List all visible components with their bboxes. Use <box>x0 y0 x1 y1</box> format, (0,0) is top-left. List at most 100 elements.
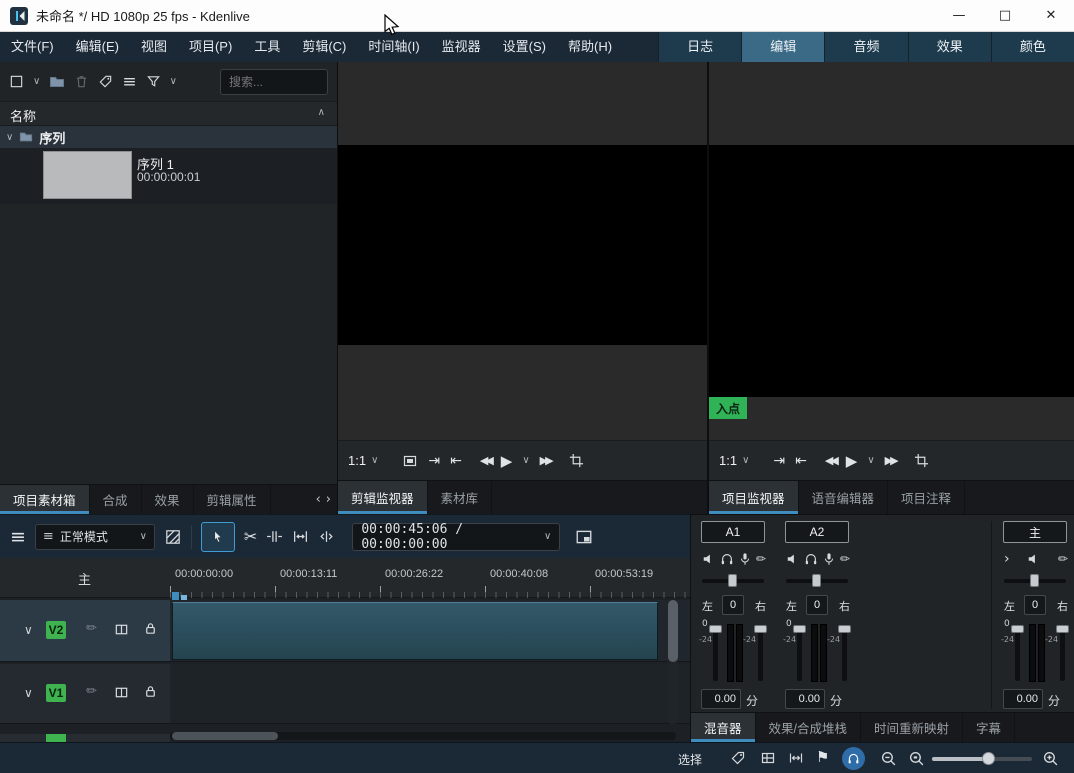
track-body-v1[interactable] <box>170 664 690 724</box>
monitor-headphone-icon[interactable] <box>804 552 818 566</box>
effects-pencil-icon[interactable]: ✏ <box>756 552 766 566</box>
volume-slider-handle[interactable] <box>1011 625 1024 633</box>
db-value[interactable]: 0.00 <box>1003 689 1043 709</box>
menu-view[interactable]: 视图 <box>130 32 178 62</box>
search-input[interactable] <box>220 69 328 95</box>
spacer-tool-icon[interactable] <box>266 528 283 545</box>
filter-dropdown-chevron[interactable]: ∨ <box>170 76 177 87</box>
add-clip-dropdown-chevron[interactable]: ∨ <box>33 76 40 87</box>
balance-slider-handle[interactable] <box>812 574 821 587</box>
gain-slider-groove[interactable] <box>842 625 847 681</box>
play-options-chevron[interactable]: ∨ <box>867 455 874 466</box>
fit-zone-icon[interactable] <box>788 750 804 766</box>
view-mode-icon[interactable]: ≡ <box>122 72 136 92</box>
timeline-ruler[interactable]: 主 00:00:00:00 00:00:13:11 00:00:26:22 00… <box>0 558 690 598</box>
timeline-clip[interactable] <box>172 602 658 660</box>
record-mic-icon[interactable] <box>738 552 752 566</box>
zone-in-icon[interactable]: ⇥ <box>773 453 785 469</box>
tab-scroll-left-icon[interactable]: ‹ <box>313 492 324 507</box>
gain-slider-handle[interactable] <box>1056 625 1069 633</box>
menu-edit[interactable]: 编辑(E) <box>65 32 130 62</box>
channel-name[interactable]: A2 <box>785 521 849 543</box>
monitor-headphone-icon[interactable] <box>720 552 734 566</box>
timecode-display[interactable]: 00:00:45:06 / 00:00:00:00 ∨ <box>352 523 560 551</box>
zoom-slider-handle[interactable] <box>982 752 995 765</box>
track-header-partial[interactable] <box>0 734 170 742</box>
timeline-menu-icon[interactable]: ≡ <box>10 526 26 548</box>
effects-pencil-icon[interactable]: ✏ <box>840 552 850 566</box>
menu-help[interactable]: 帮助(H) <box>557 32 623 62</box>
track-lock-icon[interactable] <box>143 621 158 636</box>
zoom-in-icon[interactable] <box>1042 750 1059 767</box>
tab-clip-monitor[interactable]: 剪辑监视器 <box>338 481 428 514</box>
workspace-audio[interactable]: 音频 <box>824 32 907 62</box>
workspace-editing[interactable]: 编辑 <box>741 32 824 62</box>
show-tags-icon[interactable] <box>730 750 746 766</box>
crop-icon[interactable] <box>569 453 584 468</box>
volume-slider-groove[interactable] <box>713 625 718 681</box>
gain-slider-handle[interactable] <box>838 625 851 633</box>
volume-slider-groove[interactable] <box>797 625 802 681</box>
volume-slider-groove[interactable] <box>1015 625 1020 681</box>
track-thumbnails-icon[interactable] <box>114 685 129 700</box>
tab-project-notes[interactable]: 项目注释 <box>888 481 965 514</box>
crop-icon[interactable] <box>914 453 929 468</box>
balance-slider-handle[interactable] <box>1030 574 1039 587</box>
tab-scroll-right-icon[interactable]: › <box>324 492 337 507</box>
tab-project-monitor[interactable]: 项目监视器 <box>709 481 799 514</box>
balance-value[interactable]: 0 <box>722 595 744 615</box>
filter-icon[interactable] <box>146 74 161 89</box>
tab-library[interactable]: 素材库 <box>428 481 493 514</box>
db-value[interactable]: 0.00 <box>701 689 741 709</box>
balance-value[interactable]: 0 <box>806 595 828 615</box>
collapse-mixer-icon[interactable]: › <box>1004 551 1010 567</box>
zoom-out-icon[interactable] <box>880 750 897 767</box>
zone-in-icon[interactable]: ⇥ <box>428 453 440 469</box>
audio-monitor-icon[interactable] <box>842 747 865 770</box>
rewind-button[interactable]: ◀◀ <box>825 454 836 467</box>
mute-icon[interactable] <box>786 552 800 566</box>
horizontal-scrollbar-thumb[interactable] <box>172 732 278 740</box>
thumbnails-toggle-icon[interactable] <box>760 750 776 766</box>
track-collapse-icon[interactable]: ∨ <box>24 686 33 700</box>
delete-button[interactable] <box>74 74 89 89</box>
gain-slider-groove[interactable] <box>1060 625 1065 681</box>
play-button[interactable]: ▶ <box>846 452 858 470</box>
tab-mixer[interactable]: 混音器 <box>691 713 756 742</box>
menu-tools[interactable]: 工具 <box>243 32 291 62</box>
zone-out-icon[interactable]: ⇤ <box>795 453 807 469</box>
track-body-v2[interactable] <box>170 600 690 662</box>
volume-slider-handle[interactable] <box>709 625 722 633</box>
balance-slider-handle[interactable] <box>728 574 737 587</box>
zoom-fit-icon[interactable] <box>908 750 925 767</box>
bin-clip-row[interactable]: 序列 1 00:00:00:01 <box>0 148 337 204</box>
selection-tool-button[interactable] <box>201 522 235 552</box>
forward-button[interactable]: ▶▶ <box>540 454 551 467</box>
add-clip-button[interactable] <box>9 74 24 89</box>
tab-effects[interactable]: 效果 <box>142 485 194 514</box>
channel-name[interactable]: 主 <box>1003 521 1067 543</box>
menu-settings[interactable]: 设置(S) <box>492 32 557 62</box>
tab-time-remap[interactable]: 时间重新映射 <box>861 713 963 742</box>
monitor-zoom-select[interactable]: 1:1 ∨ <box>348 453 378 468</box>
workspace-effects[interactable]: 效果 <box>908 32 991 62</box>
track-tag[interactable]: V2 <box>46 621 66 639</box>
playhead-marker[interactable] <box>172 592 179 600</box>
folder-expand-icon[interactable]: ∨ <box>6 132 13 143</box>
channel-name[interactable]: A1 <box>701 521 765 543</box>
volume-slider-handle[interactable] <box>793 625 806 633</box>
fit-zoom-icon[interactable] <box>292 528 309 545</box>
effects-pencil-icon[interactable]: ✏ <box>1058 552 1068 566</box>
track-header-v1[interactable]: ∨ V1 ✏ <box>0 664 170 724</box>
zone-out-icon[interactable]: ⇤ <box>450 453 462 469</box>
slip-tool-icon[interactable] <box>318 528 335 545</box>
tags-button[interactable] <box>98 74 113 89</box>
track-thumbnails-icon[interactable] <box>114 622 129 637</box>
create-folder-button[interactable] <box>49 74 65 90</box>
menu-clip[interactable]: 剪辑(C) <box>291 32 357 62</box>
menu-project[interactable]: 项目(P) <box>178 32 243 62</box>
maximize-button[interactable]: □ <box>982 0 1028 32</box>
gain-slider-handle[interactable] <box>754 625 767 633</box>
mute-icon[interactable] <box>702 552 716 566</box>
workspace-logging[interactable]: 日志 <box>658 32 741 62</box>
